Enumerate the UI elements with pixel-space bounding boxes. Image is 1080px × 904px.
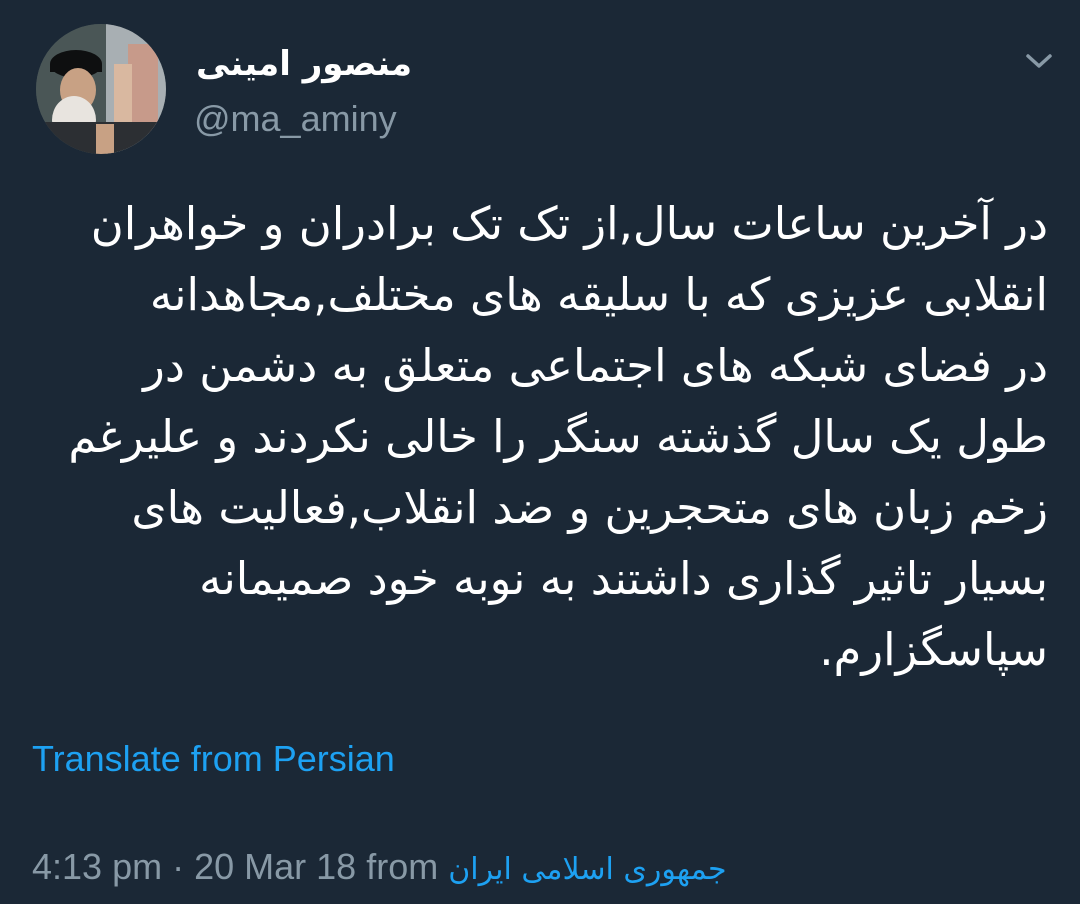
tweet-line: زخم زبان های متحجرین و ضد انقلاب,فعالیت …	[131, 481, 1048, 534]
meta-separator: ·	[172, 846, 185, 887]
chevron-down-icon[interactable]	[1022, 48, 1056, 72]
tweet-line: طول یک سال گذشته سنگر را خالی نکردند و ع…	[68, 410, 1048, 463]
tweet-line: در فضای شبکه های اجتماعی متعلق به دشمن د…	[143, 339, 1048, 392]
tweet-line: انقلابی عزیزی که با سلیقه های مختلف,مجاه…	[149, 268, 1048, 321]
user-handle[interactable]: @ma_aminy	[194, 98, 397, 140]
tweet-text: در آخرین ساعات سال,از تک تک برادران و خو…	[30, 188, 1048, 685]
avatar[interactable]	[36, 24, 166, 154]
tweet-meta: 4:13 pm · 20 Mar 18 from جمهوری اسلامی ا…	[32, 846, 727, 888]
tweet-date[interactable]: 20 Mar 18	[194, 846, 356, 887]
display-name[interactable]: منصور امینی	[196, 44, 412, 84]
tweet-time[interactable]: 4:13 pm	[32, 846, 162, 887]
from-label: from	[366, 846, 439, 887]
source-link[interactable]: جمهوری اسلامی ایران	[448, 852, 726, 887]
translate-link[interactable]: Translate from Persian	[32, 738, 395, 780]
tweet-line: در آخرین ساعات سال,از تک تک برادران و خو…	[90, 197, 1048, 250]
tweet-line: بسیار تاثیر گذاری داشتند به نوبه خود صمی…	[199, 552, 1048, 605]
tweet-line: سپاسگزارم.	[819, 623, 1048, 676]
